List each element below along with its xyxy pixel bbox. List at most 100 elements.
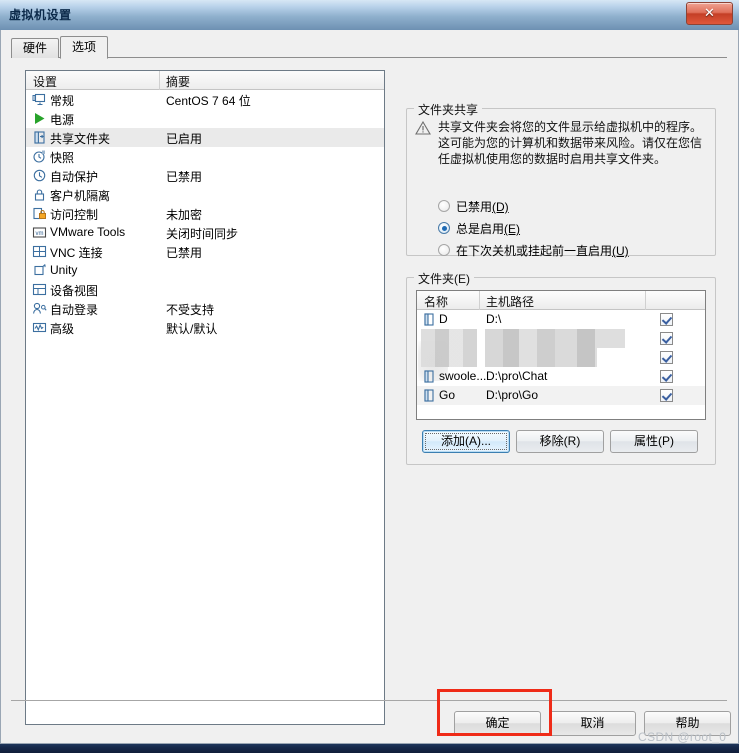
tab-hardware[interactable]: 硬件: [11, 38, 60, 58]
settings-row-summary: 已禁用: [166, 246, 203, 260]
close-icon: ✕: [704, 5, 715, 20]
folder-icon: [423, 389, 435, 402]
folder-enabled-checkbox[interactable]: [660, 332, 673, 345]
add-folder-button[interactable]: 添加(A)...: [422, 430, 510, 453]
folder-enabled-checkbox[interactable]: [660, 370, 673, 383]
svg-text:vm: vm: [36, 231, 44, 237]
folders-header-divider-1: [479, 291, 480, 310]
settings-row-summary: 已启用: [166, 132, 203, 146]
folder-row-2[interactable]: [417, 329, 705, 348]
settings-row-summary: 关闭时间同步: [166, 227, 239, 241]
monitor-icon: [32, 92, 47, 107]
redacted-folder-path: [485, 348, 597, 367]
tab-options[interactable]: 选项: [60, 36, 109, 59]
shared-folder-icon: [32, 130, 47, 145]
folder-properties-button[interactable]: 属性(P): [610, 430, 698, 453]
folders-table[interactable]: 名称 主机路径 D D:\ swoole... D:\pro\Chat Go D:\pro…: [416, 290, 706, 420]
vmware-tools-icon: vm: [32, 225, 47, 240]
settings-list-rows: 常规 CentOS 7 64 位电源 共享文件夹 已启用 快照 自动保护 已禁用 客户机隔离访…: [26, 90, 384, 337]
settings-row-6[interactable]: 客户机隔离: [26, 185, 384, 204]
tab-strip: 硬件 选项: [11, 36, 727, 59]
settings-row-12[interactable]: 自动登录 不受支持: [26, 299, 384, 318]
folder-sharing-group-title: 文件夹共享: [414, 101, 483, 118]
settings-column-name: 设置: [33, 75, 58, 89]
folders-group-title: 文件夹(E): [414, 270, 474, 287]
folder-host-path: D:\pro\Chat: [486, 369, 548, 383]
folder-host-path: D:\pro\Go: [486, 388, 539, 402]
folder-enabled-checkbox[interactable]: [660, 313, 673, 326]
settings-row-10[interactable]: Unity: [26, 261, 384, 280]
settings-row-1[interactable]: 常规 CentOS 7 64 位: [26, 90, 384, 109]
folder-icon: [423, 370, 435, 383]
snapshot-icon: [32, 149, 47, 164]
virtual-machine-settings-window: 虚拟机设置 ✕ 硬件 选项 设置 摘要 常规 CentOS 7 64 位电源 共享文…: [0, 0, 739, 744]
redacted-folder-name: [421, 329, 477, 348]
settings-row-7[interactable]: 访问控制 未加密: [26, 204, 384, 223]
radio-label-always: 总是启用(E): [456, 222, 521, 236]
settings-row-label: 设备视图: [50, 284, 99, 298]
settings-row-2[interactable]: 电源: [26, 109, 384, 128]
close-button[interactable]: ✕: [686, 2, 733, 25]
settings-list[interactable]: 设置 摘要 常规 CentOS 7 64 位电源 共享文件夹 已启用 快照 自动保护 已禁用…: [25, 70, 385, 725]
settings-row-11[interactable]: 设备视图: [26, 280, 384, 299]
settings-row-label: Unity: [50, 263, 78, 277]
settings-header-divider: [159, 71, 160, 90]
dialog-client-area: 硬件 选项 设置 摘要 常规 CentOS 7 64 位电源 共享文件夹 已启用 快照自…: [0, 30, 739, 744]
settings-row-label: 自动登录: [50, 303, 99, 317]
ok-button[interactable]: 确定: [454, 711, 541, 736]
access-control-icon: [32, 206, 47, 221]
folders-table-rows: D D:\ swoole... D:\pro\Chat Go D:\pro\Go: [417, 310, 705, 405]
tab-strip-underline: [11, 57, 727, 58]
radio-dot-disabled: [438, 200, 450, 212]
radio-dot-always: [438, 222, 450, 234]
warning-triangle-icon: [415, 121, 431, 135]
settings-row-13[interactable]: 高级 默认/默认: [26, 318, 384, 337]
settings-row-summary: 不受支持: [166, 303, 215, 317]
remove-folder-button[interactable]: 移除(R): [516, 430, 604, 453]
settings-row-3[interactable]: 共享文件夹 已启用: [26, 128, 384, 147]
folder-row-5[interactable]: Go D:\pro\Go: [417, 386, 705, 405]
settings-list-header: 设置 摘要: [26, 71, 384, 90]
folders-header-divider-2: [645, 291, 646, 310]
settings-row-label: VNC 连接: [50, 246, 103, 260]
settings-row-summary: 默认/默认: [166, 322, 218, 336]
settings-row-summary: 已禁用: [166, 170, 203, 184]
folders-column-path: 主机路径: [486, 295, 535, 309]
settings-row-label: 快照: [50, 151, 75, 165]
add-folder-label: 添加(A)...: [441, 434, 491, 448]
folder-row-3[interactable]: [417, 348, 705, 367]
folder-host-path: D:\: [486, 312, 502, 326]
radio-label-until-next: 在下次关机或挂起前一直启用(U): [456, 244, 629, 258]
folder-enabled-checkbox[interactable]: [660, 351, 673, 364]
cancel-button[interactable]: 取消: [549, 711, 636, 736]
settings-row-9[interactable]: VNC 连接 已禁用: [26, 242, 384, 261]
folder-row-4[interactable]: swoole... D:\pro\Chat: [417, 367, 705, 386]
folder-name: swoole...: [439, 369, 487, 383]
radio-label-disabled: 已禁用(D): [456, 200, 509, 214]
settings-row-label: 电源: [50, 113, 75, 127]
settings-row-summary: CentOS 7 64 位: [166, 94, 251, 108]
folders-group: 文件夹(E) 名称 主机路径 D D:\ swoole... D:\pro\Chat G…: [406, 270, 716, 465]
bottom-separator: [11, 700, 727, 701]
folder-name: Go: [439, 388, 456, 402]
autoprotect-icon: [32, 168, 47, 183]
settings-row-4[interactable]: 快照: [26, 147, 384, 166]
settings-row-label: 自动保护: [50, 170, 99, 184]
settings-row-label: VMware Tools: [50, 225, 126, 239]
auto-login-icon: [32, 301, 47, 316]
unity-icon: [32, 263, 47, 278]
folder-icon: [423, 313, 435, 326]
folders-table-header: 名称 主机路径: [417, 291, 705, 310]
settings-row-8[interactable]: vm VMware Tools 关闭时间同步: [26, 223, 384, 242]
title-bar[interactable]: 虚拟机设置 ✕: [0, 0, 739, 30]
advanced-icon: [32, 320, 47, 335]
settings-row-5[interactable]: 自动保护 已禁用: [26, 166, 384, 185]
folders-column-name: 名称: [424, 295, 449, 309]
folder-row-1[interactable]: D D:\: [417, 310, 705, 329]
watermark: CSDN @root_0: [638, 730, 727, 744]
settings-row-summary: 未加密: [166, 208, 203, 222]
settings-column-summary: 摘要: [166, 75, 191, 89]
folder-enabled-checkbox[interactable]: [660, 389, 673, 402]
vnc-icon: [32, 244, 47, 259]
folder-sharing-group: 文件夹共享 共享文件夹会将您的文件显示给虚拟机中的程序。这可能为您的计算机和数据…: [406, 101, 716, 258]
